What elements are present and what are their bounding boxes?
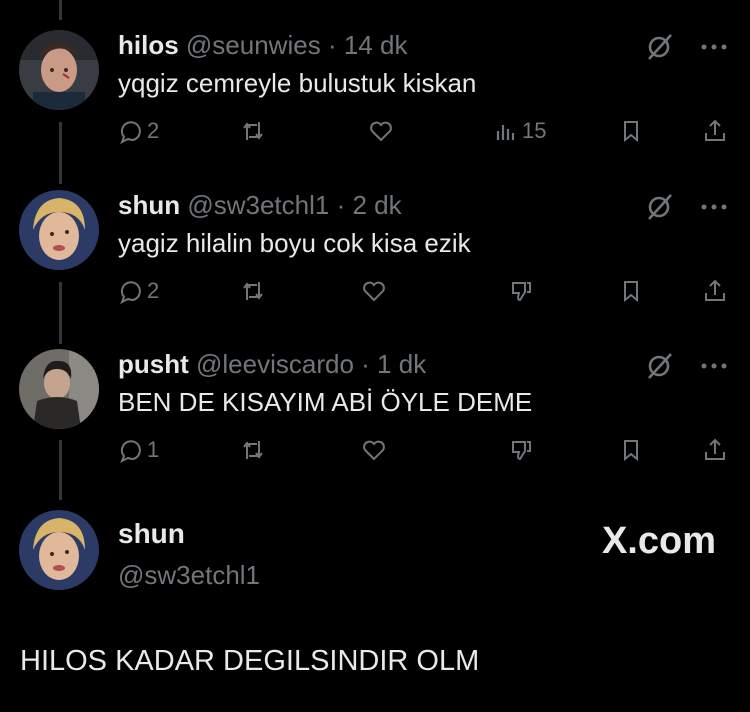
reply-button[interactable]: 2 [118,278,159,304]
display-name[interactable]: shun [118,518,185,550]
tweet-text: yqgiz cemreyle bulustuk kiskan [118,68,477,98]
avatar-photo [19,349,99,429]
separator: · [336,190,346,220]
downvote-button[interactable] [508,437,534,463]
handle[interactable]: @sw3etchl1 [118,560,260,591]
bookmark-button[interactable] [618,278,644,304]
tweet-text: BEN DE KISAYIM ABİ ÖYLE DEME [118,387,533,417]
tweet-top-actions [644,351,728,381]
views-icon [496,125,515,140]
display-name[interactable]: shun [118,190,180,220]
card-text: HILOS KADAR DEGILSINDIR OLM [20,645,480,677]
share-button[interactable] [702,118,728,144]
avatar-photo [19,190,99,270]
bookmark-icon [624,281,638,303]
avatar[interactable] [19,510,99,590]
display-name[interactable]: pusht [118,349,189,379]
x-logo: X.com [601,520,716,562]
reply-icon [120,440,141,463]
separator: · [361,349,370,379]
reply-count: 2 [147,278,160,303]
action-bar: 2 [118,278,728,310]
timestamp[interactable]: 2 dk [353,190,402,220]
bookmark-button[interactable] [618,437,644,463]
handle[interactable]: @seunwies [186,30,321,60]
retweet-icon [243,282,263,300]
share-icon [705,438,725,460]
downvote-button[interactable] [508,278,534,304]
tweet-header: pusht @leeviscardo · 1 dk [118,349,426,380]
reply-icon [120,121,141,144]
more-icon[interactable] [700,361,728,371]
avatar[interactable] [19,190,99,270]
thread-line [59,0,62,20]
reply-button[interactable]: 2 [118,118,159,144]
separator: · [327,30,337,60]
tweet-text: yagiz hilalin boyu cok kisa ezik [118,228,471,258]
share-icon [705,119,725,141]
like-button[interactable] [368,118,394,144]
timestamp[interactable]: 14 dk [344,30,408,60]
heart-icon [363,281,385,302]
tweet-header: hilos @seunwies · 14 dk [118,30,407,61]
tweet-top-actions [644,192,728,222]
thumbs-down-icon [512,441,531,461]
heart-icon [370,121,392,142]
views-count: 15 [522,118,547,143]
bookmark-icon [624,121,638,143]
retweet-button[interactable] [240,278,266,304]
bookmark-button[interactable] [618,118,644,144]
thread-line [59,440,62,500]
views-button[interactable]: 15 [493,118,546,144]
action-bar: 1 [118,437,728,469]
tweet-top-actions [644,32,728,62]
action-bar: 2 15 [118,118,728,150]
more-icon[interactable] [700,202,728,212]
reply-icon [120,281,141,304]
thread-line [59,282,62,344]
handle[interactable]: @leeviscardo [196,349,354,379]
grok-icon[interactable] [644,32,674,62]
reply-button[interactable]: 1 [118,437,159,463]
share-icon [705,279,725,301]
more-icon[interactable] [700,42,728,52]
reply-count: 1 [147,437,160,462]
bookmark-icon [624,440,638,462]
avatar[interactable] [19,349,99,429]
retweet-button[interactable] [240,118,266,144]
like-button[interactable] [361,278,387,304]
avatar[interactable] [19,30,99,110]
like-button[interactable] [361,437,387,463]
heart-icon [363,440,385,461]
grok-icon[interactable] [644,192,674,222]
handle[interactable]: @sw3etchl1 [187,190,329,220]
grok-icon[interactable] [644,351,674,381]
timestamp[interactable]: 1 dk [377,349,426,379]
reply-count: 2 [147,118,160,143]
tweet-header: shun @sw3etchl1 · 2 dk [118,190,402,221]
avatar-photo [19,30,99,110]
retweet-button[interactable] [240,437,266,463]
display-name[interactable]: hilos [118,30,179,60]
share-button[interactable] [702,278,728,304]
retweet-icon [243,441,263,459]
thumbs-down-icon [512,282,531,302]
share-button[interactable] [702,437,728,463]
retweet-icon [243,122,263,140]
avatar-photo [19,510,99,590]
thread-line [59,122,62,184]
